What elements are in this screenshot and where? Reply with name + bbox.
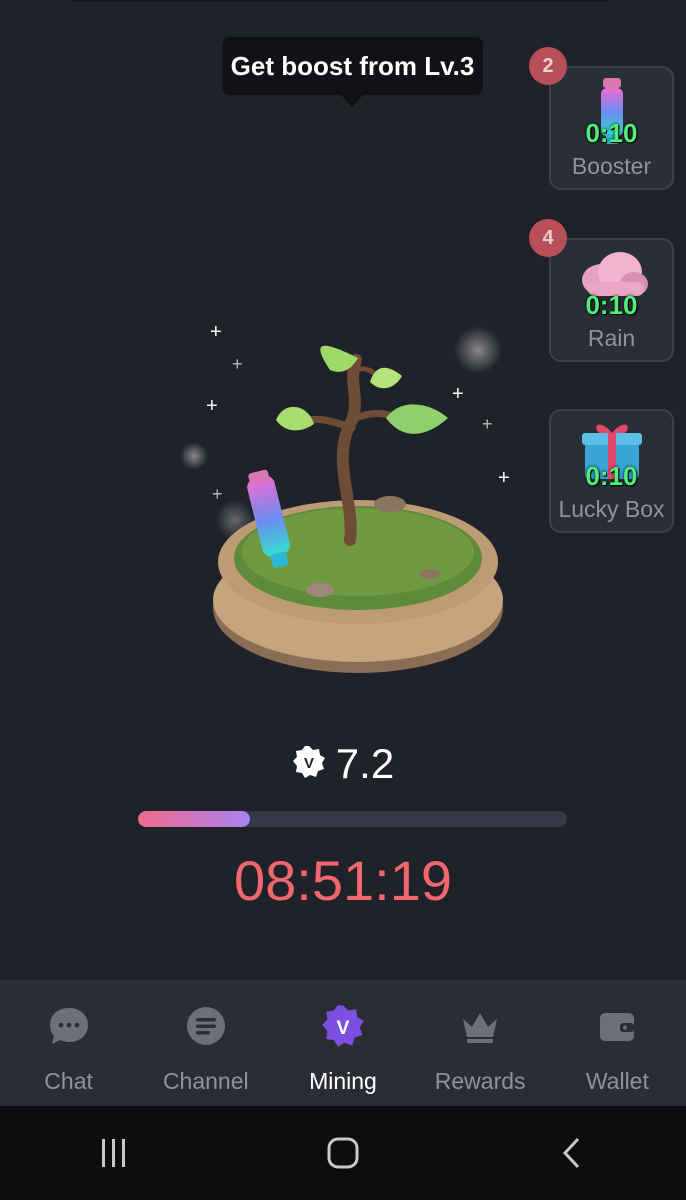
- mining-v-icon: V: [321, 1004, 365, 1048]
- rain-label: Rain: [587, 325, 636, 351]
- back-icon[interactable]: [522, 1123, 622, 1183]
- bottom-nav: Chat Channel V Mining Rewards Wallet: [0, 980, 686, 1106]
- system-nav-bar: [0, 1106, 686, 1200]
- score-value: 7.2: [335, 740, 395, 787]
- chat-bubble-icon: [47, 1004, 91, 1048]
- svg-text:+: +: [232, 354, 243, 374]
- nav-chat-label: Chat: [44, 1068, 93, 1094]
- mining-progress-fill: [138, 811, 250, 827]
- booster-card[interactable]: 0:10 Booster: [549, 66, 674, 190]
- nav-rewards[interactable]: Rewards: [415, 980, 545, 1106]
- mining-score: V 7.2: [0, 740, 686, 788]
- crown-icon: [458, 1004, 502, 1048]
- nav-chat[interactable]: Chat: [4, 980, 134, 1106]
- nav-channel[interactable]: Channel: [141, 980, 271, 1106]
- tooltip-text: Get boost from Lv.3: [230, 50, 475, 81]
- v-badge-icon: V: [292, 745, 326, 784]
- channel-icon: [184, 1004, 228, 1048]
- nav-rewards-label: Rewards: [434, 1068, 526, 1094]
- lucky-box-timer: 0:10: [585, 461, 638, 491]
- svg-text:+: +: [452, 383, 464, 405]
- nav-mining[interactable]: V Mining: [278, 980, 408, 1106]
- mining-countdown: 08:51:19: [234, 849, 452, 912]
- svg-text:V: V: [304, 755, 314, 772]
- nav-mining-label: Mining: [309, 1068, 377, 1094]
- rain-card[interactable]: 0:10 Rain: [549, 238, 674, 362]
- svg-text:+: +: [482, 414, 493, 434]
- mining-progress-bar: [138, 811, 567, 827]
- lucky-box-card[interactable]: 0:10 Lucky Box: [549, 409, 674, 533]
- nav-wallet[interactable]: Wallet: [552, 980, 682, 1106]
- svg-text:V: V: [336, 1017, 349, 1039]
- nav-channel-label: Channel: [162, 1068, 249, 1094]
- svg-text:+: +: [212, 484, 223, 504]
- rain-timer: 0:10: [585, 290, 638, 320]
- rain-count-badge: 4: [529, 219, 567, 257]
- booster-label: Booster: [571, 153, 652, 179]
- svg-text:+: +: [498, 467, 510, 489]
- booster-count-badge: 2: [529, 47, 567, 85]
- top-bar: [60, 0, 620, 2]
- wallet-icon: [595, 1004, 639, 1048]
- recent-apps-icon[interactable]: [64, 1123, 164, 1183]
- boost-tooltip: Get boost from Lv.3: [222, 37, 483, 107]
- svg-text:+: +: [210, 321, 222, 343]
- lucky-box-label: Lucky Box: [558, 496, 665, 522]
- home-icon[interactable]: [293, 1123, 393, 1183]
- nav-wallet-label: Wallet: [585, 1068, 649, 1094]
- booster-timer: 0:10: [585, 118, 638, 148]
- svg-text:+: +: [206, 395, 218, 417]
- mining-tree-illustration[interactable]: + + + + + + +: [180, 300, 540, 700]
